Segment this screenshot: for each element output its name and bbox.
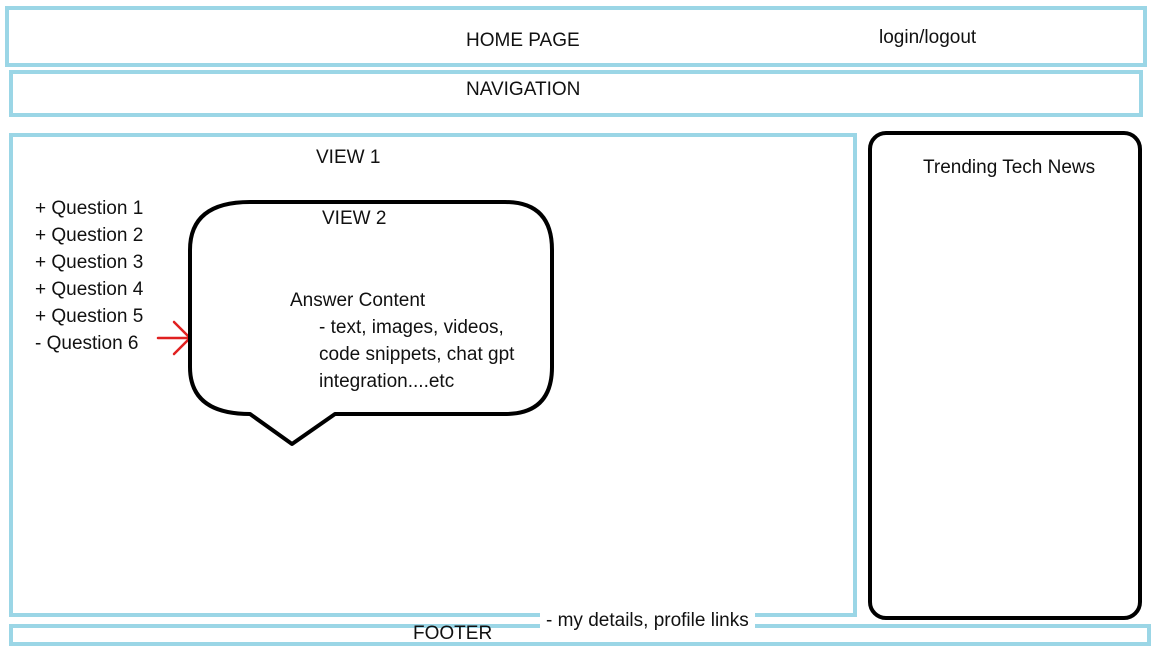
view2-label: VIEW 2 — [322, 208, 387, 229]
question-item-6-expanded[interactable]: - Question 6 — [35, 330, 143, 357]
page-title: HOME PAGE — [466, 30, 580, 51]
question-item-1[interactable]: + Question 1 — [35, 195, 143, 222]
footer-label: FOOTER — [413, 623, 493, 644]
login-logout-link[interactable]: login/logout — [879, 28, 976, 47]
view1-label: VIEW 1 — [316, 147, 381, 168]
trending-news-sidebar — [868, 131, 1142, 620]
answer-detail-line: - text, images, videos, — [319, 317, 504, 338]
answer-detail-line: integration....etc — [319, 371, 455, 392]
question-item-5[interactable]: + Question 5 — [35, 303, 143, 330]
footer-note: - my details, profile links — [540, 609, 755, 636]
trending-news-title: Trending Tech News — [923, 157, 1096, 178]
question-item-2[interactable]: + Question 2 — [35, 222, 143, 249]
navigation-label: NAVIGATION — [466, 79, 581, 100]
answer-content-title: Answer Content — [290, 290, 426, 311]
question-item-4[interactable]: + Question 4 — [35, 276, 143, 303]
answer-detail-line: code snippets, chat gpt — [319, 344, 515, 365]
question-item-3[interactable]: + Question 3 — [35, 249, 143, 276]
answer-content-details: - text, images, videos, code snippets, c… — [319, 314, 514, 395]
question-list: + Question 1 + Question 2 + Question 3 +… — [35, 195, 143, 357]
